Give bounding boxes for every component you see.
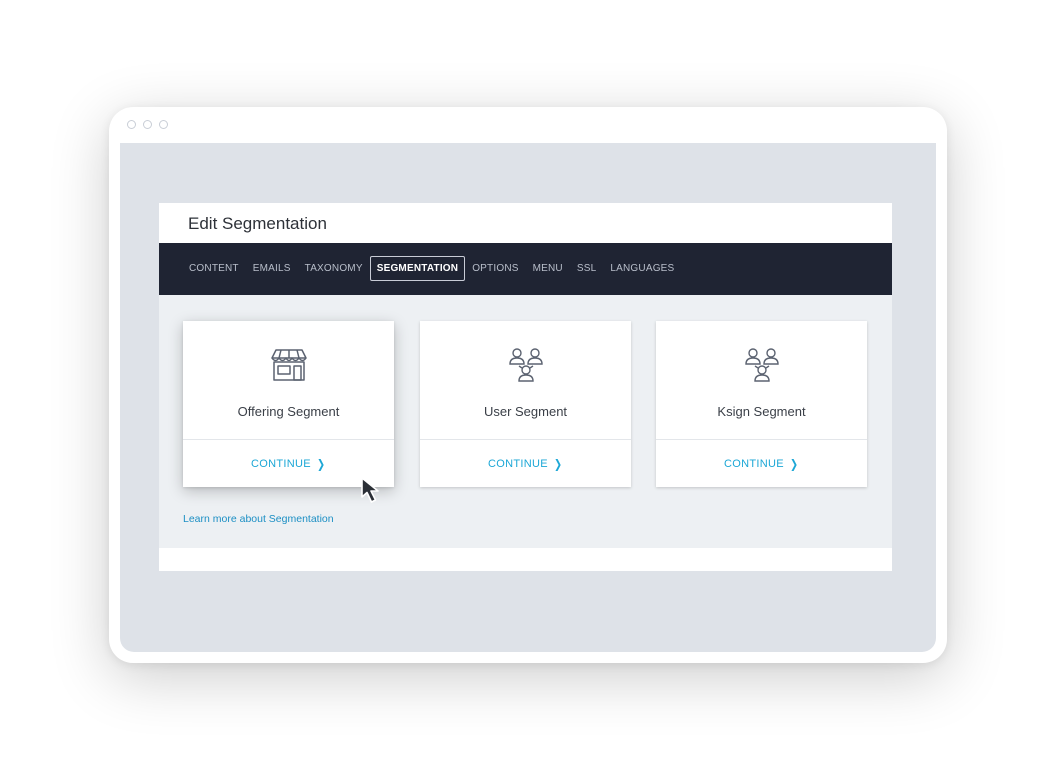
- edit-segmentation-panel: Edit Segmentation CONTENT EMAILS TAXONOM…: [159, 203, 892, 571]
- chevron-right-icon: ❯: [789, 456, 798, 471]
- continue-label: CONTINUE: [251, 457, 311, 470]
- ksign-segment-card[interactable]: Ksign Segment CONTINUE ❯: [656, 321, 867, 487]
- window-controls: [127, 120, 168, 129]
- browser-window: Edit Segmentation CONTENT EMAILS TAXONOM…: [109, 107, 947, 663]
- chevron-right-icon: ❯: [316, 456, 325, 471]
- continue-label: CONTINUE: [488, 457, 548, 470]
- mouse-pointer-icon: [361, 477, 379, 503]
- user-group-icon: [508, 348, 543, 382]
- tab-menu[interactable]: MENU: [526, 256, 570, 281]
- card-title: Offering Segment: [237, 404, 340, 419]
- window-dot-close[interactable]: [127, 120, 136, 129]
- continue-button[interactable]: CONTINUE ❯: [656, 440, 867, 487]
- browser-viewport: Edit Segmentation CONTENT EMAILS TAXONOM…: [120, 143, 936, 652]
- tab-emails[interactable]: EMAILS: [246, 256, 298, 281]
- window-dot-maximize[interactable]: [159, 120, 168, 129]
- page-title: Edit Segmentation: [188, 214, 327, 233]
- window-dot-minimize[interactable]: [143, 120, 152, 129]
- tab-segmentation[interactable]: SEGMENTATION: [369, 256, 466, 281]
- segment-content-area: Offering Segment CONTINUE ❯ User Segment…: [159, 295, 892, 548]
- tab-content[interactable]: CONTENT: [182, 256, 246, 281]
- card-title: Ksign Segment: [717, 404, 806, 419]
- tab-navigation: CONTENT EMAILS TAXONOMY SEGMENTATION OPT…: [159, 243, 892, 295]
- chevron-right-icon: ❯: [553, 456, 562, 471]
- tab-taxonomy[interactable]: TAXONOMY: [298, 256, 370, 281]
- storefront-icon: [270, 349, 307, 381]
- continue-label: CONTINUE: [724, 457, 784, 470]
- tab-ssl[interactable]: SSL: [570, 256, 604, 281]
- learn-more-link[interactable]: Learn more about Segmentation: [183, 513, 334, 525]
- card-title: User Segment: [483, 404, 568, 419]
- tab-languages[interactable]: LANGUAGES: [603, 256, 681, 281]
- tab-options[interactable]: OPTIONS: [465, 256, 525, 281]
- continue-button[interactable]: CONTINUE ❯: [420, 440, 631, 487]
- offering-segment-card[interactable]: Offering Segment CONTINUE ❯: [183, 321, 394, 487]
- user-segment-card[interactable]: User Segment CONTINUE ❯: [420, 321, 631, 487]
- user-group-icon: [744, 348, 779, 382]
